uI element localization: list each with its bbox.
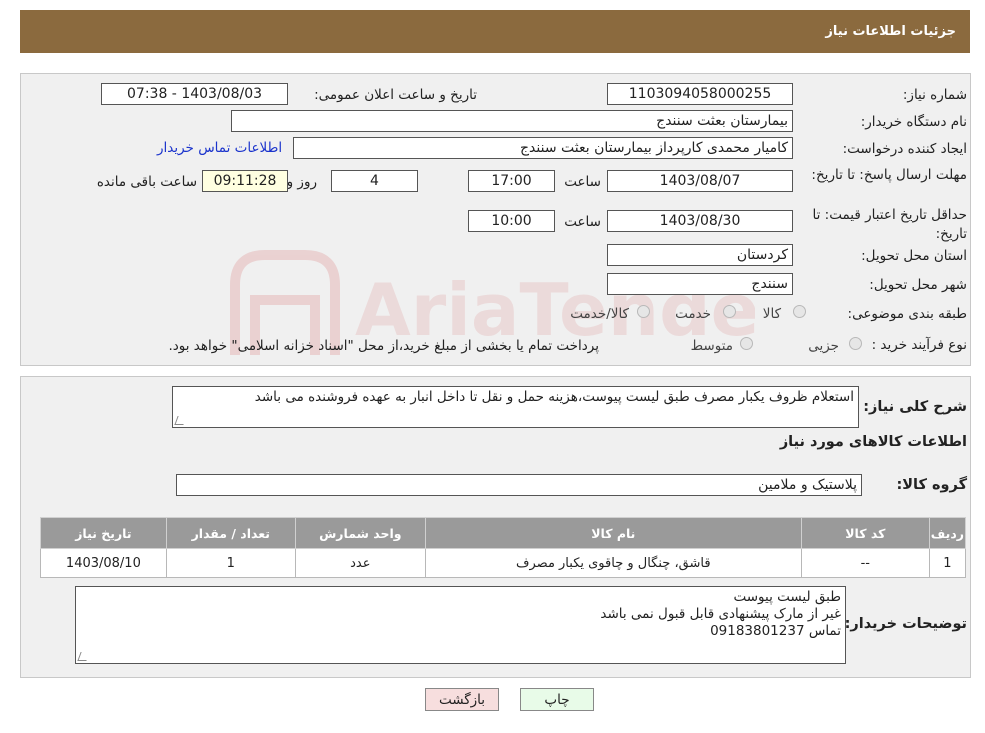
deadline-time-label: ساعت — [564, 174, 601, 190]
process-label: نوع فرآیند خرید : — [871, 337, 967, 353]
remaining-time-field: 09:11:28 — [202, 170, 288, 192]
deadline-label: مهلت ارسال پاسخ: تا تاریخ: — [811, 167, 967, 183]
creator-label: ایجاد کننده درخواست: — [842, 141, 967, 157]
category-service-radio[interactable] — [723, 305, 736, 318]
process-medium-radio[interactable] — [740, 337, 753, 350]
resize-grip-icon[interactable] — [77, 652, 90, 661]
need-number-field: 1103094058000255 — [607, 83, 793, 105]
table-header-row: ردیف کد کالا نام کالا واحد شمارش تعداد /… — [40, 517, 967, 549]
process-note: پرداخت تمام یا بخشی از مبلغ خرید،از محل … — [168, 338, 599, 354]
summary-textarea[interactable]: استعلام ظروف یکبار مصرف طبق لیست پیوست،ه… — [172, 386, 859, 428]
buyer-notes-textarea[interactable]: طبق لیست پیوست غیر از مارک پیشنهادی قابل… — [75, 586, 846, 664]
process-medium-label: متوسط — [690, 338, 733, 354]
validity-label: حداقل تاریخ اعتبار قیمت: تا تاریخ: — [812, 207, 967, 242]
items-table: ردیف کد کالا نام کالا واحد شمارش تعداد /… — [40, 517, 967, 578]
buyer-contact-link[interactable]: اطلاعات تماس خریدار — [157, 140, 282, 156]
buyer-notes-label: توضیحات خریدار: — [844, 616, 967, 632]
col-unit: واحد شمارش — [294, 517, 426, 549]
resize-grip-icon[interactable] — [174, 416, 187, 425]
announce-field: 1403/08/03 - 07:38 — [101, 83, 288, 105]
deadline-date-field: 1403/08/07 — [607, 170, 793, 192]
col-row: ردیف — [928, 517, 967, 549]
city-field: سنندج — [607, 273, 793, 295]
cell-row: 1 — [928, 548, 967, 578]
province-label: استان محل تحویل: — [861, 248, 967, 264]
days-label: روز و — [286, 174, 317, 190]
cell-quantity: 1 — [165, 548, 296, 578]
validity-time-label: ساعت — [564, 214, 601, 230]
col-quantity: تعداد / مقدار — [165, 517, 296, 549]
deadline-time-field: 17:00 — [468, 170, 555, 192]
col-code: کد کالا — [800, 517, 930, 549]
page-header: جزئیات اطلاعات نیاز — [20, 10, 970, 53]
summary-label: شرح کلی نیاز: — [863, 399, 967, 415]
province-field: کردستان — [607, 244, 793, 266]
print-button[interactable]: چاپ — [520, 688, 594, 711]
table-row: 1 -- قاشق، چنگال و چاقوی یکبار مصرف عدد … — [40, 548, 967, 578]
goods-info-title: اطلاعات کالاهای مورد نیاز — [779, 434, 967, 450]
category-label: طبقه بندی موضوعی: — [847, 306, 967, 322]
goods-group-label: گروه کالا: — [896, 477, 967, 493]
cell-unit: عدد — [294, 548, 426, 578]
cell-name: قاشق، چنگال و چاقوی یکبار مصرف — [424, 548, 802, 578]
cell-date: 1403/08/10 — [40, 548, 167, 578]
buyer-org-label: نام دستگاه خریدار: — [860, 114, 967, 130]
back-button[interactable]: بازگشت — [425, 688, 499, 711]
creator-field: کامیار محمدی کارپرداز بیمارستان بعثت سنن… — [293, 137, 793, 159]
days-remaining-field: 4 — [331, 170, 418, 192]
buyer-notes-line: غیر از مارک پیشنهادی قابل قبول نمی باشد — [600, 606, 841, 622]
remaining-time-label: ساعت باقی مانده — [96, 174, 197, 190]
need-number-label: شماره نیاز: — [902, 87, 967, 103]
page-title: جزئیات اطلاعات نیاز — [825, 24, 956, 39]
category-service-label: خدمت — [675, 306, 711, 322]
category-goods-service-radio[interactable] — [637, 305, 650, 318]
category-goods-label: کالا — [762, 306, 781, 322]
city-label: شهر محل تحویل: — [869, 277, 967, 293]
goods-group-field: پلاستیک و ملامین — [176, 474, 862, 496]
category-goods-service-label: کالا/خدمت — [570, 306, 629, 322]
buyer-org-field: بیمارستان بعثت سنندج — [231, 110, 793, 132]
cell-code: -- — [800, 548, 930, 578]
process-minor-label: جزیی — [808, 338, 839, 354]
announce-label: تاریخ و ساعت اعلان عمومی: — [314, 87, 477, 103]
buyer-notes-line: طبق لیست پیوست — [733, 589, 841, 605]
process-minor-radio[interactable] — [849, 337, 862, 350]
buyer-notes-line: تماس 09183801237 — [710, 623, 841, 639]
validity-time-field: 10:00 — [468, 210, 555, 232]
col-date: تاریخ نیاز — [40, 517, 167, 549]
summary-text: استعلام ظروف یکبار مصرف طبق لیست پیوست،ه… — [254, 389, 854, 405]
validity-date-field: 1403/08/30 — [607, 210, 793, 232]
col-name: نام کالا — [424, 517, 802, 549]
category-goods-radio[interactable] — [793, 305, 806, 318]
